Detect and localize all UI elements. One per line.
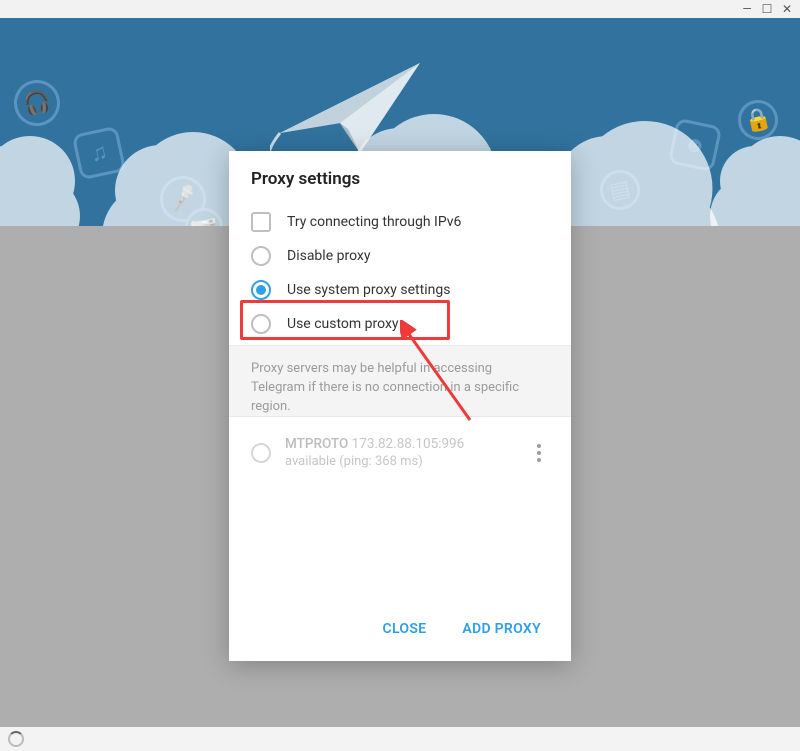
option-label: Use system proxy settings	[287, 282, 450, 298]
doodle-headphones-icon: 🎧	[10, 76, 65, 131]
option-custom-proxy-radio[interactable]: Use custom proxy	[251, 307, 549, 341]
option-disable-proxy-radio[interactable]: Disable proxy	[251, 239, 549, 273]
radio-icon	[251, 280, 271, 300]
option-system-proxy-radio[interactable]: Use system proxy settings	[251, 273, 549, 307]
proxy-info: MTPROTO 173.82.88.105:996 available (pin…	[285, 435, 515, 471]
checkbox-icon	[251, 212, 271, 232]
option-ipv6-checkbox[interactable]: Try connecting through IPv6	[251, 205, 549, 239]
proxy-hint-text: Proxy servers may be helpful in accessin…	[229, 345, 571, 417]
window-close-button[interactable]: ✕	[780, 2, 794, 16]
loading-spinner-icon	[8, 731, 24, 747]
status-bar	[0, 727, 800, 751]
option-label: Use custom proxy	[287, 316, 399, 332]
option-label: Disable proxy	[287, 248, 370, 264]
option-label: Try connecting through IPv6	[287, 214, 461, 230]
radio-icon	[251, 443, 271, 463]
proxy-settings-dialog: Proxy settings Try connecting through IP…	[229, 151, 571, 661]
dialog-footer: CLOSE ADD PROXY	[229, 599, 571, 661]
window-titlebar: — ☐ ✕	[0, 0, 800, 18]
proxy-options-list: Try connecting through IPv6 Disable prox…	[229, 205, 571, 345]
window-minimize-button[interactable]: —	[740, 2, 754, 16]
radio-icon	[251, 314, 271, 334]
window-maximize-button[interactable]: ☐	[760, 2, 774, 16]
proxy-item-menu-button[interactable]	[529, 444, 549, 462]
radio-icon	[251, 246, 271, 266]
proxy-list-item[interactable]: MTPROTO 173.82.88.105:996 available (pin…	[247, 427, 553, 479]
close-button[interactable]: CLOSE	[369, 611, 441, 647]
proxy-status: available (ping: 368 ms)	[285, 453, 515, 471]
proxy-server-list: MTPROTO 173.82.88.105:996 available (pin…	[229, 417, 571, 489]
dialog-title: Proxy settings	[229, 151, 571, 205]
proxy-address: 173.82.88.105:996	[352, 436, 465, 452]
proxy-protocol: MTPROTO	[285, 436, 348, 452]
add-proxy-button[interactable]: ADD PROXY	[448, 611, 555, 647]
